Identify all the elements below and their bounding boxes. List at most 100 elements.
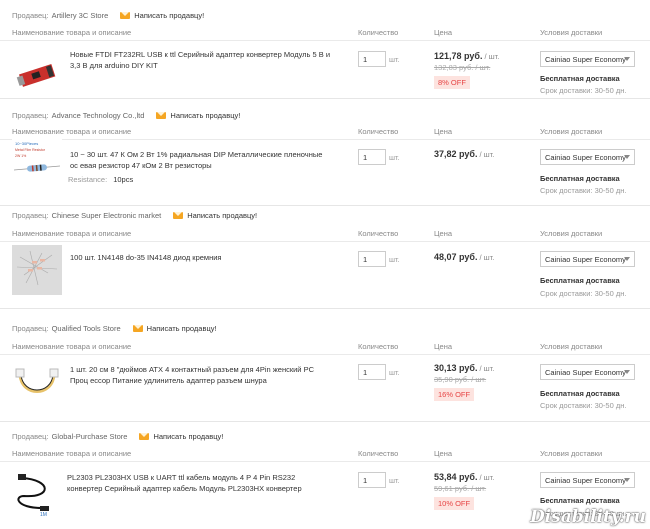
chevron-down-icon [624,155,630,159]
message-seller-link[interactable]: Написать продавцу! [156,111,240,120]
attribute-value: 10pcs [113,175,134,184]
column-header-row: Наименование товара и описание Количество… [0,339,650,355]
quantity-input[interactable] [358,472,386,488]
seller-name-link[interactable]: Qualified Tools Store [52,324,121,333]
product-title-link[interactable]: 100 шт. 1N4148 do-35 IN4148 диод кремния [70,252,332,263]
seller-label: Продавец: [12,323,49,333]
product-title-link[interactable]: 10 ~ 30 шт. 47 К Ом 2 Вт 1% радиальная D… [70,149,332,171]
product-thumbnail[interactable] [12,245,62,295]
column-header-quantity: Количество [358,28,399,37]
message-seller-label: Написать продавцу! [134,10,205,20]
quantity-unit: шт. [389,255,400,264]
quantity-input[interactable] [358,51,386,67]
message-seller-link[interactable]: Написать продавцу! [173,211,257,220]
message-seller-link[interactable]: Написать продавцу! [120,11,204,20]
price-per-unit: / шт. [479,150,495,159]
chevron-down-icon [624,57,630,61]
seller-line: Продавец: Advance Technology Co.,ltd Напис… [12,109,240,121]
discount-badge: 8% OFF [434,76,470,89]
product-title-link[interactable]: 1 шт. 20 см 8 "дюймов ATX 4 контактный р… [70,364,332,386]
original-price: 35,90 руб. / шт. [434,375,487,384]
column-header-quantity: Количество [358,449,399,458]
svg-text:1M: 1M [40,512,47,518]
seller-line: Продавец: Qualified Tools Store Написать п… [12,322,217,334]
price-per-unit: / шт. [479,473,495,482]
envelope-icon [156,111,167,119]
product-title-link[interactable]: Новые FTDI FT232RL USB к ttl Серийный ад… [70,49,332,71]
svg-text:2W 1%: 2W 1% [15,154,26,158]
price-per-unit: / шт. [484,52,500,61]
unit-price: 48,07 руб. / шт. [434,252,494,262]
column-header-shipping: Условия доставки [540,342,603,351]
price-value: 37,82 руб. [434,149,478,159]
section-divider [0,308,650,309]
message-seller-link[interactable]: Написать продавцу! [139,432,223,441]
quantity-unit: шт. [389,368,400,377]
svg-text:10~30Pieces: 10~30Pieces [15,141,38,146]
quantity-input[interactable] [358,149,386,165]
envelope-icon [120,11,131,19]
seller-line: Продавец: Chinese Super Electronic market… [12,209,257,221]
message-seller-label: Написать продавцу! [146,323,217,333]
delivery-term: Срок доставки: 30-50 дн. [540,401,627,410]
column-header-quantity: Количество [358,127,399,136]
original-price: 132,83 руб. / шт. [434,63,491,72]
seller-label: Продавец: [12,431,49,441]
seller-line: Продавец: Global-Purchase Store Написать п… [12,430,223,442]
envelope-icon [173,211,184,219]
unit-price: 53,84 руб. / шт. [434,472,494,482]
seller-name-link[interactable]: Advance Technology Co.,ltd [52,111,145,120]
column-header-shipping: Условия доставки [540,127,603,136]
price-value: 30,13 руб. [434,363,478,373]
product-thumbnail[interactable] [12,357,62,407]
column-header-product: Наименование товара и описание [12,342,132,351]
seller-name-link[interactable]: Chinese Super Electronic market [52,211,162,220]
free-shipping-label: Бесплатная доставка [540,389,620,398]
seller-name-link[interactable]: Global-Purchase Store [52,432,128,441]
product-thumbnail[interactable]: 1M [12,468,62,518]
column-header-shipping: Условия доставки [540,28,603,37]
quantity-unit: шт. [389,153,400,162]
free-shipping-label: Бесплатная доставка [540,174,620,183]
column-header-shipping: Условия доставки [540,449,603,458]
chevron-down-icon [624,257,630,261]
product-thumbnail[interactable] [12,50,62,100]
price-per-unit: / шт. [479,253,495,262]
column-header-price: Цена [434,342,453,351]
shipping-method-select[interactable]: Cainiao Super Economy [540,251,635,267]
shipping-method-select[interactable]: Cainiao Super Economy [540,472,635,488]
quantity-input[interactable] [358,364,386,380]
product-thumbnail[interactable]: 10~30Pieces Metal Film Resistor 2W 1% [12,136,62,186]
seller-label: Продавец: [12,110,49,120]
column-header-price: Цена [434,449,453,458]
column-header-product: Наименование товара и описание [12,28,132,37]
original-price: 59,61 руб. / шт. [434,484,487,493]
quantity-input[interactable] [358,251,386,267]
message-seller-link[interactable]: Написать продавцу! [132,323,217,333]
shipping-method-select[interactable]: Cainiao Super Economy [540,149,635,165]
column-header-product: Наименование товара и описание [12,229,132,238]
shipping-method-select[interactable]: Cainiao Super Economy [540,51,635,67]
price-value: 53,84 руб. [434,472,478,482]
product-title-link[interactable]: PL2303 PL2303HX USB к UART ttl кабель мо… [67,472,329,494]
section-divider [0,98,650,99]
seller-name-link[interactable]: Artillery 3C Store [52,11,109,20]
product-attribute: Resistance: 10pcs [68,175,133,184]
shipping-method-value: Cainiao Super Economy [545,475,626,485]
delivery-term: Срок доставки: 30-50 дн. [540,86,627,95]
shipping-method-value: Cainiao Super Economy [545,54,626,64]
discount-badge: 16% OFF [434,388,475,401]
unit-price: 121,78 руб. / шт. [434,51,499,61]
shipping-method-select[interactable]: Cainiao Super Economy [540,364,635,380]
column-header-price: Цена [434,229,453,238]
free-shipping-label: Бесплатная доставка [540,496,620,505]
section-divider [0,421,650,422]
watermark: Disability.ru [529,507,646,527]
column-header-price: Цена [434,28,453,37]
column-header-row: Наименование товара и описание Количество… [0,124,650,140]
free-shipping-label: Бесплатная доставка [540,276,620,285]
column-header-row: Наименование товара и описание Количество… [0,25,650,41]
message-seller-label: Написать продавцу! [170,110,241,120]
column-header-shipping: Условия доставки [540,229,603,238]
delivery-term: Срок доставки: 30-50 дн. [540,289,627,298]
